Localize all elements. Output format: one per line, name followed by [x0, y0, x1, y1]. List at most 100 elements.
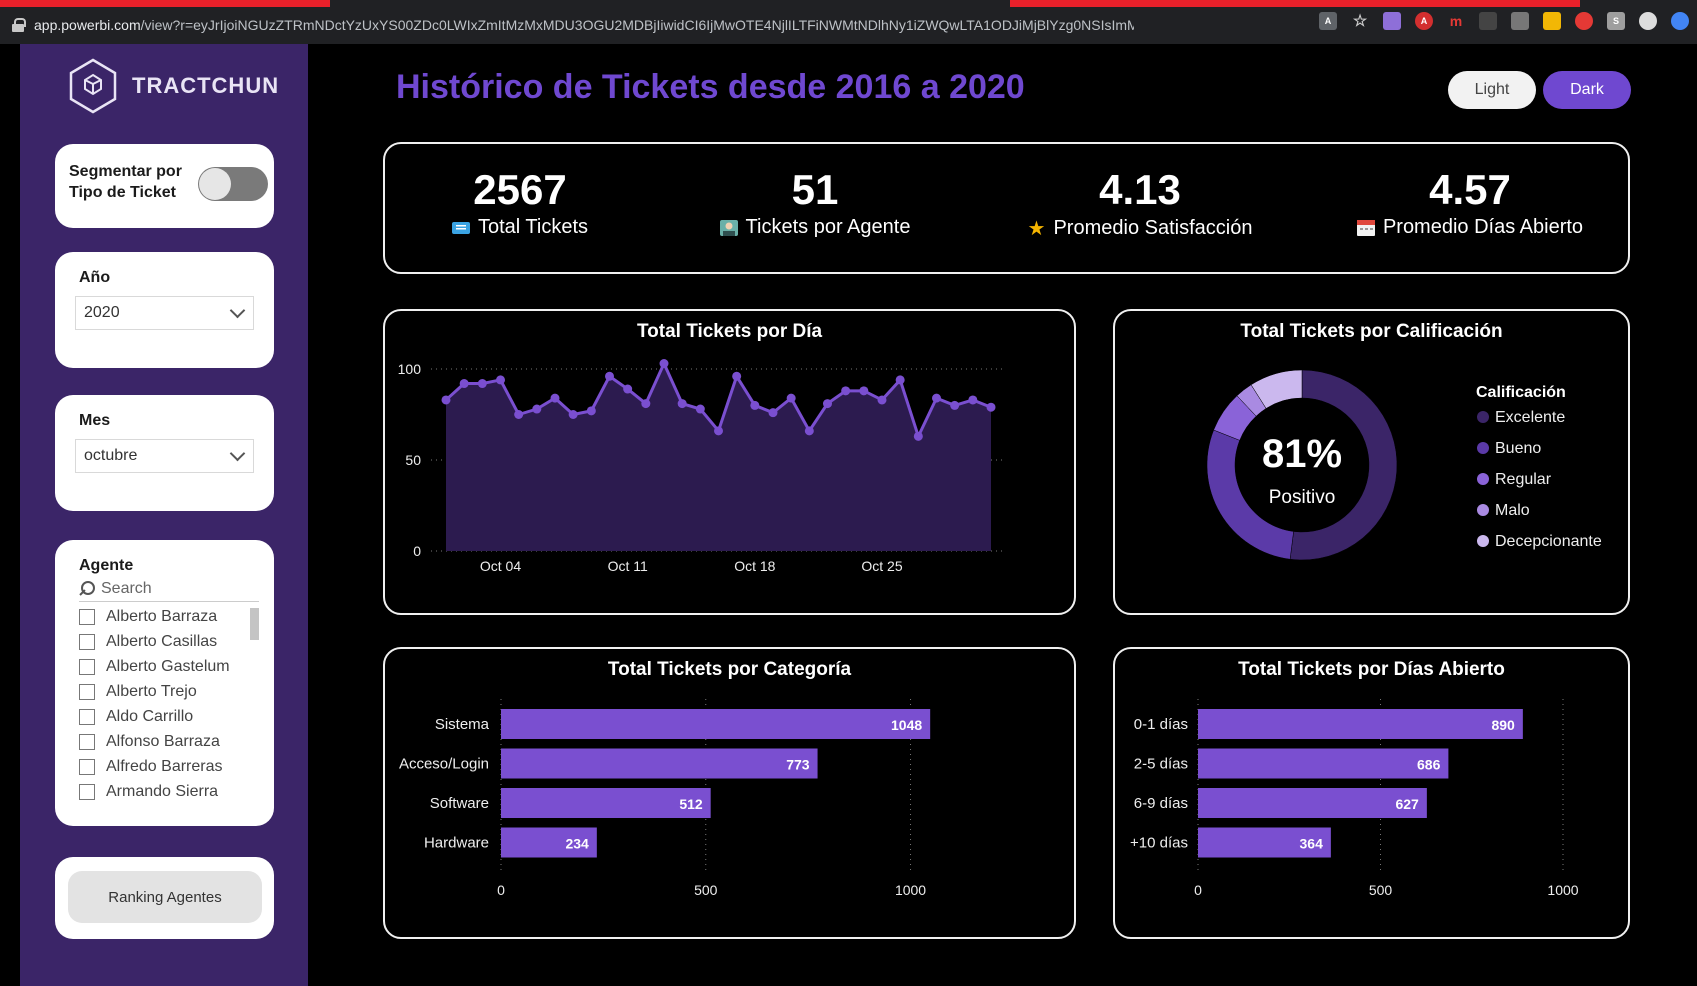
m-extension-icon[interactable]: m	[1447, 12, 1465, 30]
y-tick-label: 0	[413, 543, 421, 559]
globe-extension-icon[interactable]	[1639, 12, 1657, 30]
data-point	[932, 393, 941, 403]
kpi-value: 4.57	[1429, 166, 1511, 213]
legend-label: Malo	[1495, 502, 1530, 519]
light-theme-button[interactable]: Light	[1448, 71, 1536, 109]
donut-center-label: Positivo	[1269, 487, 1336, 508]
agent-list-item[interactable]: Alberto Trejo	[79, 679, 259, 704]
tickets-per-day-chart[interactable]: 0 50 100 Oct 04 Oct 11 Oct 18 Oct 25	[385, 311, 1074, 613]
agent-checkbox[interactable]	[79, 733, 95, 750]
agent-name: Alberto Gastelum	[106, 657, 230, 675]
agent-list-item[interactable]: Armando Sierra	[79, 779, 259, 804]
tickets-by-days-open-panel[interactable]: Total Tickets por Días Abierto 0 500 1000 8…	[1113, 647, 1630, 939]
x-tick-label: Oct 25	[861, 558, 902, 574]
kpi-label: Total Tickets	[477, 216, 589, 238]
agent-list-item[interactable]: Alberto Casillas	[79, 629, 259, 654]
data-point	[496, 375, 505, 385]
x-tick-label: Oct 04	[480, 558, 521, 574]
bar-value-label: 627	[1395, 796, 1419, 812]
data-point	[677, 399, 687, 409]
profile-icon[interactable]	[1671, 12, 1689, 30]
hand-extension-icon[interactable]	[1575, 12, 1593, 30]
url-text[interactable]: app.powerbi.com/view?r=eyJrIjoiNGUzZTRmN…	[34, 17, 1134, 33]
tickets-by-category-chart[interactable]: 0 500 1000 1048 Sistema 773 Acceso/Login 512 Sof…	[385, 649, 1074, 937]
agent-checkbox[interactable]	[79, 633, 95, 650]
bar	[1198, 709, 1523, 739]
area-fill	[446, 363, 991, 551]
agent-checkbox[interactable]	[79, 683, 95, 700]
kpi-label: Tickets por Agente	[745, 216, 911, 238]
bar	[501, 748, 818, 779]
glasses-extension-icon[interactable]	[1479, 12, 1497, 30]
data-point	[877, 395, 887, 405]
category-label: 2-5 días	[1134, 756, 1188, 773]
translate-icon[interactable]: A	[1319, 12, 1337, 30]
data-point	[550, 393, 560, 403]
agent-name: Alfredo Barreras	[106, 757, 223, 775]
data-point	[714, 426, 723, 436]
printer-extension-icon[interactable]	[1511, 12, 1529, 30]
agent-checkbox[interactable]	[79, 608, 95, 625]
ranking-agents-button[interactable]: Ranking Agentes	[68, 871, 262, 923]
donut-center-value: 81%	[1262, 432, 1342, 476]
agent-list-scrollbar[interactable]	[250, 608, 259, 640]
dark-theme-button[interactable]: Dark	[1543, 71, 1631, 109]
category-label: +10 días	[1130, 835, 1188, 852]
chevron-down-icon[interactable]	[229, 445, 246, 462]
agent-name: Alberto Casillas	[106, 632, 218, 650]
agent-checkbox[interactable]	[79, 758, 95, 775]
feather-extension-icon[interactable]	[1383, 12, 1401, 30]
lock-icon[interactable]	[12, 18, 26, 32]
data-point	[841, 386, 851, 396]
data-point	[950, 400, 960, 410]
tickets-by-days-open-chart[interactable]: 0 500 1000 890 0-1 días 686 2-5 días 627 6-9 día…	[1115, 649, 1628, 937]
tickets-by-category-panel[interactable]: Total Tickets por Categoría 0 500 1000 1048…	[383, 647, 1076, 939]
data-point	[750, 400, 760, 410]
agent-list: Alberto Barraza Alberto Casillas Alberto G…	[79, 604, 259, 804]
s-extension-icon[interactable]: S	[1607, 12, 1625, 30]
agent-list-item[interactable]: Alberto Gastelum	[79, 654, 259, 679]
data-point	[459, 379, 469, 389]
tab-strip-accent	[0, 0, 330, 7]
tickets-per-day-panel[interactable]: Total Tickets por Día 0 50 100 Oct 04 Oct 11…	[383, 309, 1076, 615]
agent-checkbox[interactable]	[79, 658, 95, 675]
toggle-knob[interactable]	[199, 168, 231, 200]
segment-toggle[interactable]	[198, 167, 268, 201]
bar-value-label: 890	[1491, 717, 1515, 733]
page-title: Histórico de Tickets desde 2016 a 2020	[396, 68, 1025, 106]
agent-list-item[interactable]: Alfredo Barreras	[79, 754, 259, 779]
note-extension-icon[interactable]	[1543, 12, 1561, 30]
year-dropdown[interactable]: 2020	[75, 296, 254, 330]
agent-list-item[interactable]: Alfonso Barraza	[79, 729, 259, 754]
chevron-down-icon[interactable]	[229, 302, 246, 319]
bookmark-star-icon[interactable]: ☆	[1351, 12, 1369, 30]
month-dropdown[interactable]: octubre	[75, 439, 254, 473]
kpi-label-row: Promedio Días Abierto	[1350, 216, 1590, 239]
adblock-extension-icon[interactable]: A	[1415, 12, 1433, 30]
ticket-type-slicer-card: Segmentar por Tipo de Ticket	[55, 144, 274, 228]
legend-marker	[1477, 535, 1489, 547]
bar-value-label: 364	[1300, 836, 1324, 852]
tickets-by-rating-chart[interactable]: 81% Positivo Calificación Excelente Bueno Reg…	[1115, 311, 1628, 613]
month-label: Mes	[79, 412, 111, 429]
data-point	[732, 371, 742, 381]
agent-search-input[interactable]: Search	[79, 580, 259, 602]
agent-list-item[interactable]: Alberto Barraza	[79, 604, 259, 629]
agent-checkbox[interactable]	[79, 783, 95, 800]
data-point	[695, 404, 705, 414]
kpi-label: Promedio Satisfacción	[1053, 217, 1253, 239]
kpi-value: 4.13	[1099, 166, 1181, 213]
url-host: app.powerbi.com	[34, 17, 141, 33]
browser-toolbar: app.powerbi.com/view?r=eyJrIjoiNGUzZTRmN…	[0, 0, 1697, 44]
extension-icons: A ☆ A m S	[1319, 12, 1689, 30]
agent-icon	[719, 219, 738, 236]
category-label: Acceso/Login	[399, 756, 489, 773]
data-point	[986, 402, 996, 412]
month-value: octubre	[84, 447, 138, 464]
data-point	[514, 410, 524, 419]
year-value: 2020	[84, 304, 120, 321]
data-point	[804, 426, 814, 436]
agent-list-item[interactable]: Aldo Carrillo	[79, 704, 259, 729]
tickets-by-rating-panel[interactable]: Total Tickets por Calificación 81% Positi…	[1113, 309, 1630, 615]
agent-checkbox[interactable]	[79, 708, 95, 725]
